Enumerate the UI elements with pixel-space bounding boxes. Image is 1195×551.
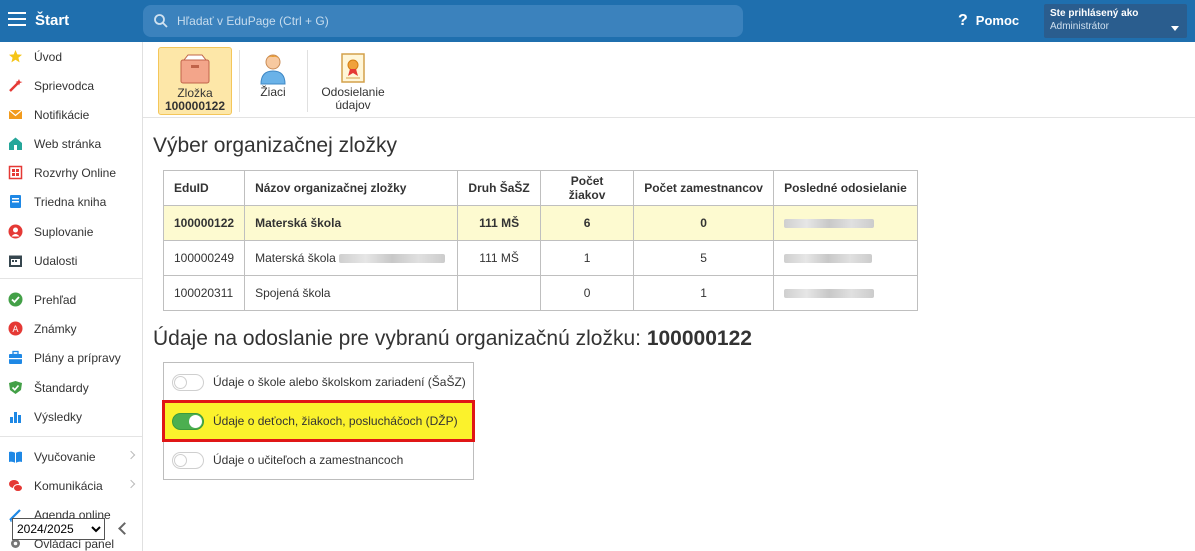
- sidebar: Úvod Sprievodca Notifikácie Web stránka …: [0, 42, 143, 551]
- user-label: Ste prihlásený ako: [1050, 8, 1139, 19]
- user-menu[interactable]: Ste prihlásený ako Administrátor: [1044, 4, 1187, 38]
- menu-icon[interactable]: [8, 12, 26, 26]
- top-bar: Štart ?Pomoc Ste prihlásený ako Administ…: [0, 0, 1195, 42]
- certificate-icon: [341, 53, 365, 83]
- shield-check-icon: [9, 381, 22, 394]
- sidebar-item-vysledky[interactable]: Výsledky: [0, 402, 143, 431]
- table-row[interactable]: 100000122 Materská škola 111 MŠ 6 0: [162, 205, 919, 241]
- user-role: Administrátor: [1050, 21, 1109, 32]
- calendar-icon: [9, 255, 22, 267]
- grades-icon: A: [8, 321, 23, 336]
- sidebar-item-notifikacie[interactable]: Notifikácie: [0, 100, 143, 129]
- bar-chart-icon: [10, 412, 21, 423]
- toolbar: Zložka 100000122 Žiaci Odosielanie údajo…: [143, 42, 1195, 118]
- person-icon: [8, 224, 23, 239]
- briefcase-icon: [9, 350, 22, 364]
- question-icon: ?: [958, 12, 968, 29]
- svg-text:A: A: [12, 325, 19, 335]
- chevron-right-icon: [126, 450, 136, 460]
- col-students: Počet žiakov: [540, 170, 635, 206]
- sidebar-item-rozvrhy-online[interactable]: Rozvrhy Online: [0, 158, 143, 187]
- toggle-switch-dzp[interactable]: [172, 413, 204, 430]
- envelope-icon: [8, 109, 23, 119]
- redacted-date: [773, 275, 919, 311]
- toggle-switch-sasz[interactable]: [172, 374, 204, 391]
- page-title: Výber organizačnej zložky: [153, 134, 397, 157]
- folder-button[interactable]: Zložka 100000122: [158, 47, 232, 115]
- sidebar-item-label: Úvod: [34, 50, 63, 64]
- magic-wand-icon: [9, 79, 23, 92]
- sidebar-item-triedna-kniha[interactable]: Triedna kniha: [0, 187, 143, 216]
- sidebar-divider: [0, 278, 142, 279]
- table-row[interactable]: 100020311 Spojená škola 0 1: [162, 275, 919, 311]
- toggle-row-dzp[interactable]: Údaje o deťoch, žiakoch, poslucháčoch (D…: [162, 400, 475, 442]
- sidebar-item-standardy[interactable]: Štandardy: [0, 373, 143, 402]
- toolbar-divider: [307, 50, 308, 112]
- sidebar-item-suplovanie[interactable]: Suplovanie: [0, 217, 143, 246]
- col-staff: Počet zamestnancov: [633, 170, 775, 206]
- sidebar-item-label: Sprievodca: [34, 79, 95, 93]
- sidebar-item-komunikacia[interactable]: Komunikácia: [0, 471, 143, 500]
- sidebar-item-plany-a-pripravy[interactable]: Plány a prípravy: [0, 343, 143, 372]
- chat-icon: [9, 480, 23, 492]
- sidebar-item-label: Rozvrhy Online: [34, 166, 117, 180]
- sidebar-item-label: Známky: [34, 322, 77, 336]
- col-last-sent: Posledné odosielanie: [773, 170, 919, 206]
- star-icon: [9, 50, 22, 63]
- toolbar-divider: [239, 50, 240, 112]
- toggle-row-sasz[interactable]: Údaje o škole alebo školskom zariadení (…: [164, 363, 473, 401]
- toggle-switch-staff[interactable]: [172, 452, 204, 469]
- org-table: EduID Názov organizačnej zložky Druh ŠaŠ…: [162, 170, 919, 311]
- check-circle-icon: [8, 292, 23, 307]
- search-bar[interactable]: [143, 5, 743, 37]
- toggle-row-staff[interactable]: Údaje o učiteľoch a zamestnancoch: [164, 441, 473, 479]
- col-eduid: EduID: [162, 170, 246, 206]
- sidebar-item-label: Prehľad: [34, 293, 77, 307]
- app-title[interactable]: Štart: [35, 12, 69, 29]
- sidebar-item-znamky[interactable]: A Známky: [0, 314, 143, 343]
- sidebar-item-uvod[interactable]: Úvod: [0, 42, 143, 71]
- selected-org-id: 100000122: [646, 327, 752, 350]
- col-name: Názov organizačnej zložky: [244, 170, 459, 206]
- sidebar-item-label: Notifikácie: [34, 108, 90, 122]
- sidebar-item-vyucovanie[interactable]: Vyučovanie: [0, 442, 143, 471]
- redacted-date: [773, 205, 919, 241]
- table-header-row: EduID Názov organizačnej zložky Druh ŠaŠ…: [162, 170, 919, 206]
- sidebar-item-label: Web stránka: [34, 137, 102, 151]
- col-kind: Druh ŠaŠZ: [457, 170, 542, 206]
- timetable-icon: [8, 165, 23, 180]
- sidebar-item-label: Plány a prípravy: [34, 351, 121, 365]
- chevron-right-icon: [126, 479, 136, 489]
- search-input[interactable]: [177, 12, 717, 30]
- sidebar-item-label: Štandardy: [34, 381, 89, 395]
- sidebar-item-prehlad[interactable]: Prehľad: [0, 285, 143, 314]
- redacted-name: [339, 254, 446, 264]
- sidebar-item-web-stranka[interactable]: Web stránka: [0, 129, 143, 158]
- students-button[interactable]: Žiaci: [249, 47, 297, 115]
- sidebar-item-label: Triedna kniha: [34, 195, 107, 209]
- house-icon: [9, 137, 22, 150]
- toggle-panel: Údaje o škole alebo školskom zariadení (…: [162, 362, 475, 480]
- sidebar-item-label: Komunikácia: [34, 479, 103, 493]
- send-section-title: Údaje na odoslanie pre vybranú organizač…: [153, 327, 752, 350]
- search-icon: [154, 14, 168, 28]
- open-book-icon: [9, 451, 22, 463]
- help-button[interactable]: ? Pomoc: [958, 12, 1019, 30]
- table-row[interactable]: 100000249 Materská škola 111 MŠ 1 5: [162, 240, 919, 276]
- redacted-date: [773, 240, 919, 276]
- sidebar-item-label: Suplovanie: [34, 225, 94, 239]
- student-icon: [260, 54, 286, 85]
- sidebar-item-sprievodca[interactable]: Sprievodca: [0, 71, 143, 100]
- school-year-select[interactable]: 2024/2025: [12, 518, 105, 540]
- folder-box-icon: [180, 54, 210, 84]
- sidebar-item-label: Výsledky: [34, 410, 83, 424]
- sidebar-divider: [0, 436, 142, 437]
- send-data-button[interactable]: Odosielanie údajov: [317, 47, 389, 115]
- sidebar-item-label: Vyučovanie: [34, 450, 96, 464]
- book-icon: [10, 195, 21, 208]
- sidebar-item-label: Udalosti: [34, 254, 78, 268]
- sidebar-item-udalosti[interactable]: Udalosti: [0, 246, 143, 275]
- caret-down-icon: [1171, 26, 1179, 31]
